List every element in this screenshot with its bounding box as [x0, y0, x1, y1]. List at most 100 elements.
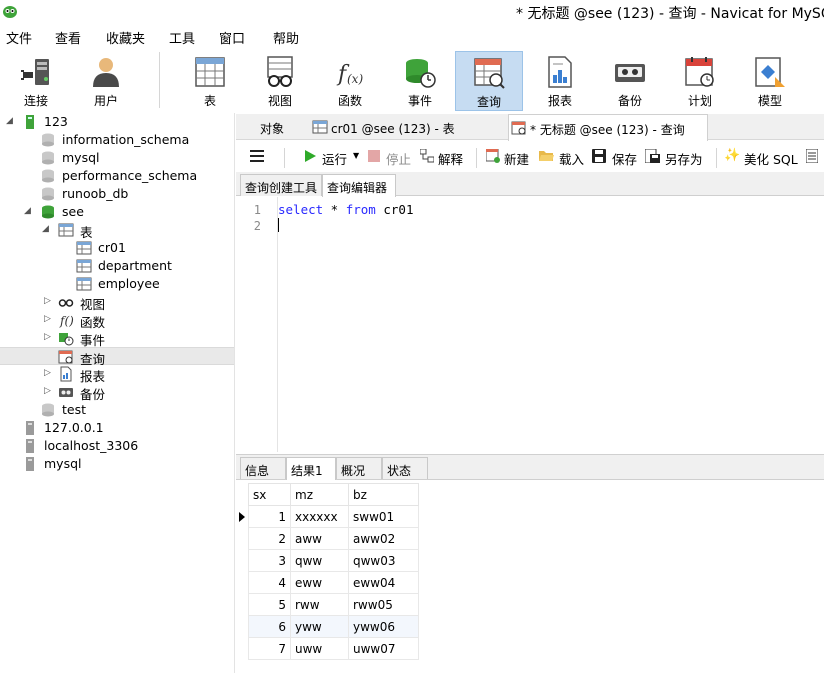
cell-sx[interactable]: 1 — [248, 505, 291, 528]
tree-item-events-folder[interactable]: ▷ 事件 — [0, 329, 234, 348]
model-button[interactable]: 模型 — [736, 51, 804, 111]
cell-bz[interactable]: aww02 — [348, 527, 419, 550]
tree-item-database[interactable]: runoob_db — [0, 185, 234, 203]
menu-view[interactable]: 查看 — [55, 28, 81, 47]
connect-label: 连接 — [23, 94, 48, 108]
menu-file[interactable]: 文件 — [6, 28, 32, 47]
hamburger-menu-button[interactable] — [250, 149, 266, 165]
sql-editor[interactable]: 1 2 select * from cr01 — [236, 197, 824, 452]
connection-icon — [26, 115, 34, 129]
collapsed-arrow-icon[interactable]: ▷ — [44, 368, 54, 378]
event-button[interactable]: 事件 — [386, 51, 454, 111]
user-button[interactable]: 用户 — [72, 51, 140, 111]
tree-item-table-department[interactable]: department — [0, 257, 234, 275]
collapsed-arrow-icon[interactable]: ▷ — [44, 386, 54, 396]
menu-window[interactable]: 窗口 — [219, 28, 245, 47]
result-grid: sx mz bz 1 xxxxxx sww01 2 aww aww02 3 qw… — [236, 481, 824, 673]
tree-item-table-cr01[interactable]: cr01 — [0, 239, 234, 257]
tab-query-editor[interactable]: 查询编辑器 — [322, 174, 396, 197]
cell-sx[interactable]: 5 — [248, 593, 291, 616]
collapsed-arrow-icon[interactable]: ▷ — [44, 332, 54, 342]
report-button[interactable]: 报表 — [526, 51, 594, 111]
cell-mz[interactable]: aww — [290, 527, 349, 550]
column-header-sx[interactable]: sx — [248, 483, 291, 506]
tree-item-reports-folder[interactable]: ▷ 报表 — [0, 365, 234, 384]
table-row[interactable]: 3 qww qww03 — [248, 549, 419, 572]
tab-info[interactable]: 信息 — [240, 457, 286, 479]
explain-button[interactable]: 解释 — [420, 149, 468, 167]
tree-item-database[interactable]: information_schema — [0, 131, 234, 149]
menu-favorites[interactable]: 收藏夹 — [106, 28, 145, 47]
tree-item-database-test[interactable]: test — [0, 401, 234, 419]
tab-objects[interactable]: 对象 — [244, 114, 314, 140]
function-button[interactable]: f (x) 函数 — [316, 51, 384, 111]
cell-mz[interactable]: rww — [290, 593, 349, 616]
cell-bz[interactable]: uww07 — [348, 637, 419, 660]
tree-item-queries-folder[interactable]: 查询 — [0, 347, 234, 367]
cell-mz[interactable]: xxxxxx — [290, 505, 349, 528]
tree-item-connection-123[interactable]: ◢ 123 — [0, 113, 234, 131]
tree-item-connection[interactable]: localhost_3306 — [0, 437, 234, 455]
cell-mz[interactable]: qww — [290, 549, 349, 572]
load-button[interactable]: 载入 — [539, 149, 587, 167]
tree-item-views-folder[interactable]: ▷ 视图 — [0, 293, 234, 312]
schedule-button[interactable]: 计划 — [666, 51, 734, 111]
expanded-arrow-icon[interactable]: ◢ — [24, 206, 34, 216]
tree-item-table-employee[interactable]: employee — [0, 275, 234, 293]
cell-mz[interactable]: eww — [290, 571, 349, 594]
cell-bz[interactable]: sww01 — [348, 505, 419, 528]
cell-mz[interactable]: yww — [290, 615, 349, 638]
tab-cr01-table[interactable]: cr01 @see (123) - 表 — [310, 114, 506, 140]
collapsed-arrow-icon[interactable]: ▷ — [44, 314, 54, 324]
table-row[interactable]: 6 yww yww06 — [248, 615, 419, 638]
menu-tools[interactable]: 工具 — [169, 28, 195, 47]
tab-status[interactable]: 状态 — [382, 457, 428, 479]
cell-sx[interactable]: 6 — [248, 615, 291, 638]
tree-item-database[interactable]: mysql — [0, 149, 234, 167]
cell-sx[interactable]: 4 — [248, 571, 291, 594]
tab-result-1[interactable]: 结果1 — [286, 457, 336, 480]
cell-bz[interactable]: yww06 — [348, 615, 419, 638]
save-as-button[interactable]: 另存为 — [645, 149, 709, 167]
cell-mz[interactable]: uww — [290, 637, 349, 660]
view-button[interactable]: 视图 — [246, 51, 314, 111]
table-row[interactable]: 4 eww eww04 — [248, 571, 419, 594]
expanded-arrow-icon[interactable]: ◢ — [6, 116, 16, 126]
column-header-mz[interactable]: mz — [290, 483, 349, 506]
backup-button[interactable]: 备份 — [596, 51, 664, 111]
save-button[interactable]: 保存 — [592, 149, 640, 167]
connect-button[interactable]: 连接 — [2, 51, 70, 111]
table-button[interactable]: 表 — [176, 51, 244, 111]
collapsed-arrow-icon[interactable]: ▷ — [44, 296, 54, 306]
tab-query-builder[interactable]: 查询创建工具 — [240, 174, 322, 196]
stop-button[interactable]: 停止 — [368, 149, 412, 167]
cell-bz[interactable]: eww04 — [348, 571, 419, 594]
cell-sx[interactable]: 2 — [248, 527, 291, 550]
tree-item-connection[interactable]: 127.0.0.1 — [0, 419, 234, 437]
cell-bz[interactable]: rww05 — [348, 593, 419, 616]
table-row[interactable]: 1 xxxxxx sww01 — [248, 505, 419, 528]
menu-help[interactable]: 帮助 — [273, 28, 299, 47]
cell-bz[interactable]: qww03 — [348, 549, 419, 572]
tab-profile[interactable]: 概况 — [336, 457, 382, 479]
code-snippet-button[interactable] — [806, 149, 822, 165]
tab-query-untitled[interactable]: * 无标题 @see (123) - 查询 — [508, 114, 708, 141]
tree-item-backups-folder[interactable]: ▷ 备份 — [0, 383, 234, 402]
beautify-sql-button[interactable]: ✨ 美化 SQL — [724, 148, 800, 167]
table-row[interactable]: 2 aww aww02 — [248, 527, 419, 550]
cell-sx[interactable]: 3 — [248, 549, 291, 572]
column-header-bz[interactable]: bz — [348, 483, 419, 506]
expanded-arrow-icon[interactable]: ◢ — [42, 224, 52, 234]
new-query-button[interactable]: 新建 — [486, 149, 534, 167]
query-button[interactable]: 查询 — [455, 51, 523, 111]
tree-item-connection[interactable]: mysql — [0, 455, 234, 473]
table-row[interactable]: 5 rww rww05 — [248, 593, 419, 616]
cell-sx[interactable]: 7 — [248, 637, 291, 660]
dropdown-arrow-icon[interactable]: ▼ — [353, 151, 359, 160]
tree-item-database-see[interactable]: ◢ see — [0, 203, 234, 221]
tree-item-database[interactable]: performance_schema — [0, 167, 234, 185]
run-button[interactable]: 运行 ▼ — [304, 149, 360, 167]
tree-item-tables-folder[interactable]: ◢ 表 — [0, 221, 234, 240]
table-row[interactable]: 7 uww uww07 — [248, 637, 419, 660]
tree-item-functions-folder[interactable]: ▷ f() 函数 — [0, 311, 234, 330]
